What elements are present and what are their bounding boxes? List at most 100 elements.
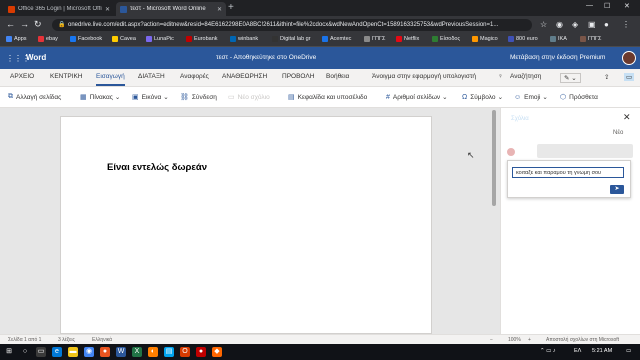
bookmark-item[interactable]: Είσοδος bbox=[432, 36, 460, 42]
back-icon[interactable]: ← bbox=[6, 19, 15, 29]
open-desktop-app[interactable]: Άνοιγμα στην εφαρμογή υπολογιστή bbox=[372, 73, 476, 80]
bookmark-item[interactable]: Facebook bbox=[70, 36, 102, 42]
bookmark-item[interactable]: Digital lab gr bbox=[272, 36, 311, 42]
bookmark-item[interactable]: winbank bbox=[230, 36, 258, 42]
file-explorer-icon[interactable]: ▬ bbox=[68, 347, 78, 357]
bookmark-item[interactable]: Netflix bbox=[396, 36, 419, 42]
new-comment-link[interactable]: Νέο bbox=[613, 130, 623, 136]
feedback-link[interactable]: Αποστολή σχολίων στη Microsoft bbox=[546, 337, 619, 343]
tab-review[interactable]: ΑΝΑΘΕΩΡΗΣΗ bbox=[222, 73, 267, 80]
maximize-icon[interactable]: ☐ bbox=[604, 2, 610, 10]
app-icon[interactable]: ● bbox=[100, 347, 110, 357]
firefox-icon[interactable]: ◐ bbox=[148, 347, 158, 357]
bookmark-label: Apps bbox=[14, 36, 27, 42]
comment-input[interactable] bbox=[512, 167, 624, 178]
bookmark-item[interactable]: Eurobank bbox=[186, 36, 218, 42]
document-text[interactable]: Είναι εντελώς δωρεάν bbox=[107, 162, 207, 173]
addins-button[interactable]: ⬡ Πρόσθετα bbox=[560, 93, 598, 102]
tab-view[interactable]: ΠΡΟΒΟΛΗ bbox=[282, 73, 314, 80]
tab-references[interactable]: Αναφορές bbox=[180, 73, 209, 80]
bookmark-item[interactable]: ΙΚΑ bbox=[550, 36, 567, 42]
browser-tab-strip: Office 365 Login | Microsoft Offic ✕ τεσ… bbox=[0, 0, 640, 16]
extension-icon[interactable]: ◈ bbox=[572, 20, 578, 29]
command-label: Πίνακας bbox=[89, 93, 113, 101]
close-window-icon[interactable]: ✕ bbox=[624, 2, 630, 10]
word-app-icon[interactable]: W bbox=[116, 347, 126, 357]
bookmark-label: ΙΚΑ bbox=[558, 36, 567, 42]
bookmark-icon bbox=[580, 36, 586, 42]
search-icon[interactable]: ♀ bbox=[498, 73, 503, 80]
search-box[interactable]: Αναζήτηση bbox=[510, 73, 541, 80]
app-icon[interactable]: ◆ bbox=[212, 347, 222, 357]
page-numbers-button[interactable]: # Αριθμοί σελίδων ⌄ bbox=[386, 93, 448, 102]
language[interactable]: Ελληνικά bbox=[92, 337, 112, 343]
windows-start-icon[interactable]: ⊞ bbox=[4, 347, 14, 357]
bookmark-item[interactable]: Acemtec bbox=[322, 36, 351, 42]
send-comment-button[interactable]: ➤ bbox=[610, 185, 624, 194]
url-input[interactable]: onedrive.live.com/edit.aspx?action=editn… bbox=[52, 19, 532, 31]
edge-icon[interactable]: e bbox=[52, 347, 62, 357]
tray-icons[interactable]: ⌃ ▭ ♪ bbox=[540, 348, 556, 354]
bookmark-item[interactable]: ΓΠΓΣ bbox=[580, 36, 601, 42]
symbol-button[interactable]: Ω Σύμβολο ⌄ bbox=[462, 93, 503, 102]
browser-tab-word[interactable]: τεστ - Microsoft Word Online ✕ bbox=[116, 2, 226, 16]
menu-icon[interactable]: ⋮ bbox=[622, 20, 630, 29]
bookmark-icon bbox=[70, 36, 76, 42]
bookmark-item[interactable]: Cavea bbox=[112, 36, 136, 42]
table-button[interactable]: ▦ Πίνακας ⌄ bbox=[80, 93, 120, 102]
page-break-button[interactable]: ⧉ Αλλαγή σελίδας bbox=[8, 93, 61, 101]
app-name[interactable]: Word bbox=[26, 53, 46, 62]
close-tab-icon[interactable]: ✕ bbox=[105, 6, 110, 13]
bookmark-item[interactable]: LunaPic bbox=[146, 36, 174, 42]
header-footer-button[interactable]: ▤ Κεφαλίδα και υποσέλιδο bbox=[288, 93, 367, 102]
editing-mode-icon[interactable]: ✎ ⌄ bbox=[560, 73, 581, 83]
zoom-level[interactable]: 100% bbox=[508, 337, 521, 343]
pane-title: Σχόλια bbox=[511, 116, 529, 122]
extension-icon[interactable]: ◉ bbox=[556, 20, 563, 29]
comments-icon[interactable]: ▭ bbox=[624, 73, 635, 81]
bookmark-item[interactable]: Apps bbox=[6, 36, 27, 42]
extension-icon[interactable]: ▣ bbox=[588, 20, 596, 29]
clock[interactable]: 5:21 AM bbox=[592, 348, 612, 354]
tab-home[interactable]: ΚΕΝΤΡΙΚΗ bbox=[50, 73, 83, 80]
document-page[interactable]: Είναι εντελώς δωρεάν bbox=[60, 116, 432, 334]
tab-layout[interactable]: ΔΙΑΤΑΞΗ bbox=[138, 73, 165, 80]
app-icon[interactable]: ● bbox=[196, 347, 206, 357]
avatar[interactable] bbox=[622, 51, 636, 65]
star-icon[interactable]: ☆ bbox=[540, 20, 547, 29]
document-title[interactable]: τεστ - Αποθηκεύτηκε στο OneDrive bbox=[216, 54, 316, 61]
premium-link[interactable]: Μετάβαση στην έκδοση Premium bbox=[510, 54, 605, 61]
bookmark-item[interactable]: ebay bbox=[38, 36, 58, 42]
bookmark-item[interactable]: ΓΠΓΣ bbox=[364, 36, 385, 42]
picture-button[interactable]: ▣ Εικόνα ⌄ bbox=[132, 93, 169, 102]
minimize-icon[interactable]: — bbox=[586, 2, 593, 9]
chrome-icon[interactable]: ◉ bbox=[84, 347, 94, 357]
new-comment-button[interactable]: ▭ Νέο σχόλιο bbox=[228, 93, 270, 102]
notifications-icon[interactable]: ▭ bbox=[626, 348, 631, 354]
bookmark-label: Digital lab gr bbox=[280, 36, 311, 42]
input-language[interactable]: ΕΛ bbox=[574, 348, 581, 354]
search-icon[interactable]: ○ bbox=[20, 347, 30, 357]
vertical-scrollbar[interactable] bbox=[492, 110, 496, 206]
office-icon[interactable]: O bbox=[180, 347, 190, 357]
zoom-in-icon[interactable]: + bbox=[528, 337, 531, 343]
bookmark-item[interactable]: Magico bbox=[472, 36, 498, 42]
task-view-icon[interactable]: ▭ bbox=[36, 347, 46, 357]
share-icon[interactable]: ⇪ bbox=[604, 73, 609, 81]
tab-help[interactable]: Βοήθεια bbox=[326, 73, 349, 80]
reload-icon[interactable]: ↻ bbox=[34, 19, 42, 30]
tab-file[interactable]: ΑΡΧΕΙΟ bbox=[10, 73, 34, 80]
close-icon[interactable]: ✕ bbox=[623, 112, 631, 123]
profile-icon[interactable]: ● bbox=[604, 20, 609, 29]
forward-icon[interactable]: → bbox=[20, 19, 29, 29]
store-icon[interactable]: ▤ bbox=[164, 347, 174, 357]
tab-insert[interactable]: Εισαγωγή bbox=[96, 73, 125, 86]
browser-tab-office-login[interactable]: Office 365 Login | Microsoft Offic ✕ bbox=[4, 2, 114, 16]
new-tab-button[interactable]: + bbox=[228, 2, 234, 13]
bookmark-item[interactable]: 800 euro bbox=[508, 36, 538, 42]
zoom-out-icon[interactable]: − bbox=[490, 337, 493, 343]
emoji-button[interactable]: ☺ Emoji ⌄ bbox=[514, 93, 548, 102]
close-tab-icon[interactable]: ✕ bbox=[217, 6, 222, 13]
link-button[interactable]: ⛓ Σύνδεση bbox=[180, 93, 217, 102]
excel-app-icon[interactable]: X bbox=[132, 347, 142, 357]
